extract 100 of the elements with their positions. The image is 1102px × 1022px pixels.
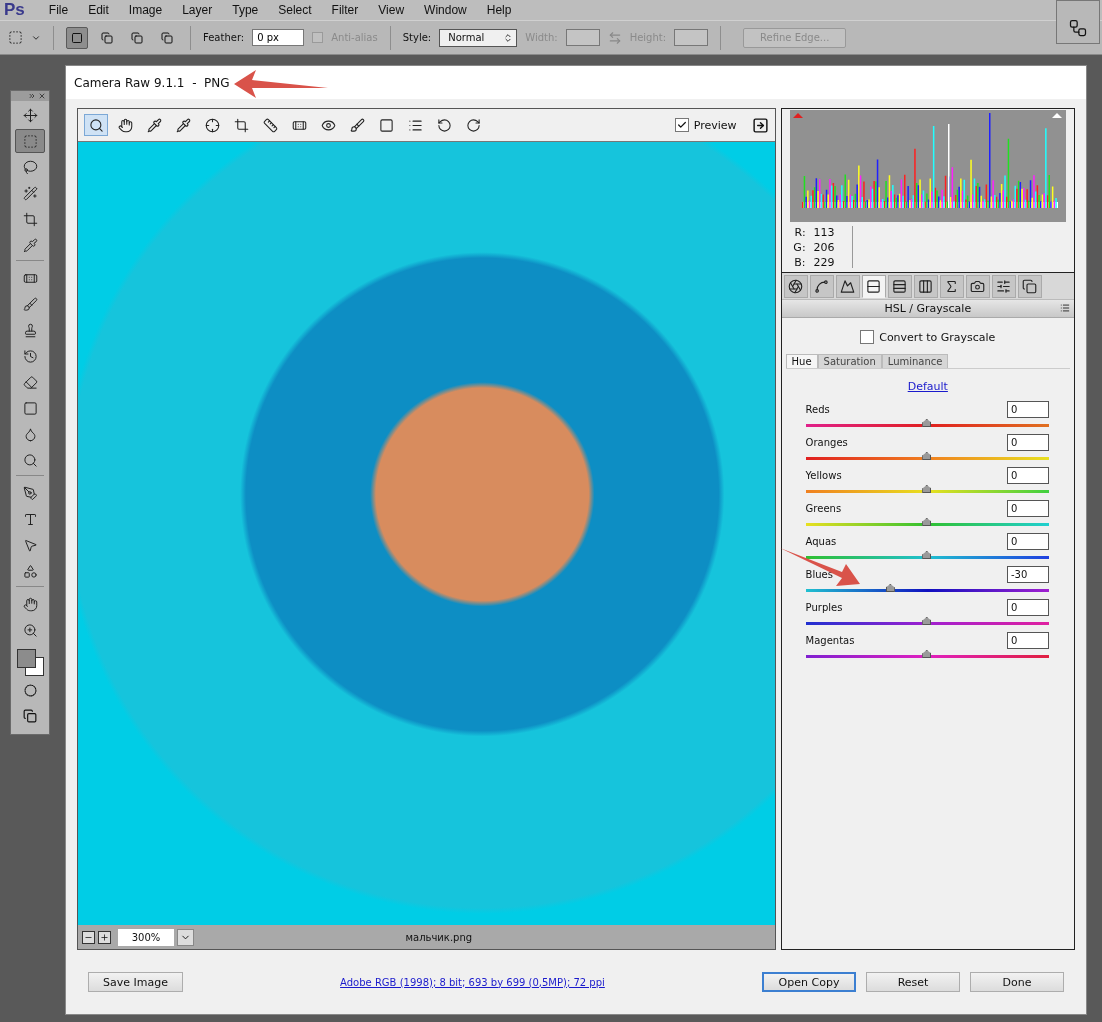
dialog-button[interactable]: Reset (866, 972, 960, 992)
anti-alias-checkbox[interactable] (312, 32, 324, 43)
eyedropper-icon (146, 117, 162, 133)
readout-label: G: (792, 241, 806, 254)
zoom-field[interactable]: 300% (118, 928, 174, 946)
save-image-button[interactable]: Save Image (88, 972, 183, 992)
brush-icon (22, 296, 38, 312)
slider-value-field[interactable]: 0 (1007, 532, 1049, 550)
slider-label: Reds (805, 403, 830, 415)
hand-icon (22, 596, 38, 612)
panel-tab[interactable] (861, 275, 886, 298)
width-field[interactable] (565, 29, 600, 46)
slider-value-field[interactable]: 0 (1007, 598, 1049, 616)
history-brush-icon (22, 348, 38, 364)
split-rows-icon (892, 279, 908, 294)
fullscreen-icon[interactable] (751, 116, 769, 134)
style-label: Style: (402, 32, 432, 43)
grayscale-checkbox[interactable] (860, 330, 875, 344)
hsl-tab[interactable]: Hue (785, 354, 818, 368)
app-logo: Ps (4, 0, 25, 20)
hsl-tab[interactable]: Luminance (881, 354, 949, 368)
dialog-button[interactable]: Open Copy (762, 972, 856, 992)
highlight-clipping-icon[interactable] (1051, 113, 1062, 118)
menu-item[interactable]: Layer (172, 3, 223, 17)
toolbar-button[interactable] (84, 114, 108, 136)
curve-icon (814, 279, 830, 294)
preview-checkbox[interactable] (674, 118, 689, 132)
menu-item[interactable]: Image (118, 3, 173, 17)
workflow-options-link[interactable]: Adobe RGB (1998); 8 bit; 693 by 699 (0,5MP); 72 ppi (192, 976, 752, 988)
zoom-in-button[interactable] (98, 930, 111, 944)
close-icon[interactable] (38, 92, 46, 100)
slider-thumb[interactable] (922, 485, 932, 493)
slider-thumb[interactable] (922, 551, 932, 559)
selection-mode-button[interactable] (66, 26, 88, 49)
slider-label: Purples (805, 601, 843, 613)
menu-item[interactable]: Help (476, 3, 522, 17)
menu-item[interactable]: View (368, 3, 415, 17)
mountain-icon (840, 279, 856, 294)
dialog-button[interactable]: Done (970, 972, 1064, 992)
slider-thumb[interactable] (922, 419, 932, 427)
menu-item[interactable]: Select (268, 3, 322, 17)
panel-tab[interactable] (783, 275, 808, 298)
feather-label: Feather: (203, 32, 245, 43)
slider-value-field[interactable]: 0 (1007, 400, 1049, 418)
menu-item[interactable]: Edit (78, 3, 119, 17)
default-link[interactable]: Default (907, 380, 948, 393)
style-select[interactable]: Normal (439, 28, 518, 47)
zoom-icon (22, 622, 38, 638)
slider-value-field[interactable]: 0 (1007, 433, 1049, 451)
readout-value: 229 (813, 256, 835, 269)
slider-thumb[interactable] (922, 617, 932, 625)
shadow-clipping-icon[interactable] (792, 113, 803, 118)
menu-item[interactable]: File (38, 3, 79, 17)
zoom-out-button[interactable] (82, 930, 95, 944)
slider-thumb[interactable] (922, 518, 932, 526)
menu-item[interactable]: Filter (321, 3, 369, 17)
slider-label: Oranges (805, 436, 848, 448)
eyedropper-icon (175, 117, 191, 133)
copy-icon (1022, 279, 1038, 294)
slider-thumb[interactable] (885, 584, 895, 592)
file-name: мальчик.png (405, 931, 474, 943)
panel-tab[interactable] (913, 275, 938, 298)
height-field[interactable] (674, 29, 709, 46)
list-icon (407, 117, 423, 133)
feather-field[interactable]: 0 px (252, 29, 305, 46)
droplet-icon (22, 426, 38, 442)
panel-tab[interactable] (1017, 275, 1042, 298)
slider-value-field[interactable]: 0 (1007, 631, 1049, 649)
overlap-squares-icon (131, 31, 143, 44)
color-swatches[interactable] (16, 648, 44, 676)
slider-value-field[interactable]: 0 (1007, 466, 1049, 484)
readout-value: 113 (813, 226, 835, 239)
paths-icon[interactable] (1068, 18, 1088, 38)
section-title: HSL / Grayscale (884, 302, 972, 315)
marquee-icon[interactable] (8, 30, 23, 45)
panel-tab[interactable] (809, 275, 834, 298)
rotate-right-icon (465, 117, 481, 133)
collapse-icon[interactable] (28, 92, 36, 100)
panel-tab[interactable] (991, 275, 1016, 298)
hsl-tab[interactable]: Saturation (817, 354, 882, 368)
menu-icon[interactable] (1060, 303, 1070, 313)
marquee-icon (22, 133, 38, 149)
panel-tab[interactable] (835, 275, 860, 298)
panel-tab[interactable] (939, 275, 964, 298)
slider-thumb[interactable] (922, 452, 932, 460)
slider-value-field[interactable]: -30 (1007, 565, 1049, 583)
slider-thumb[interactable] (922, 650, 932, 658)
crop-icon (233, 117, 249, 133)
menu-item[interactable]: Type (222, 3, 269, 17)
panel-tab[interactable] (887, 275, 912, 298)
overlap-squares-icon (101, 31, 113, 44)
square-icon (378, 117, 394, 133)
slider-value-field[interactable]: 0 (1007, 499, 1049, 517)
menu-item[interactable]: Window (414, 3, 477, 17)
panel-tab[interactable] (965, 275, 990, 298)
camera-icon (970, 279, 986, 294)
lasso-icon (22, 159, 38, 175)
zoom-dropdown[interactable] (177, 928, 194, 946)
aperture-icon (788, 279, 804, 294)
plus-icon (100, 932, 109, 942)
